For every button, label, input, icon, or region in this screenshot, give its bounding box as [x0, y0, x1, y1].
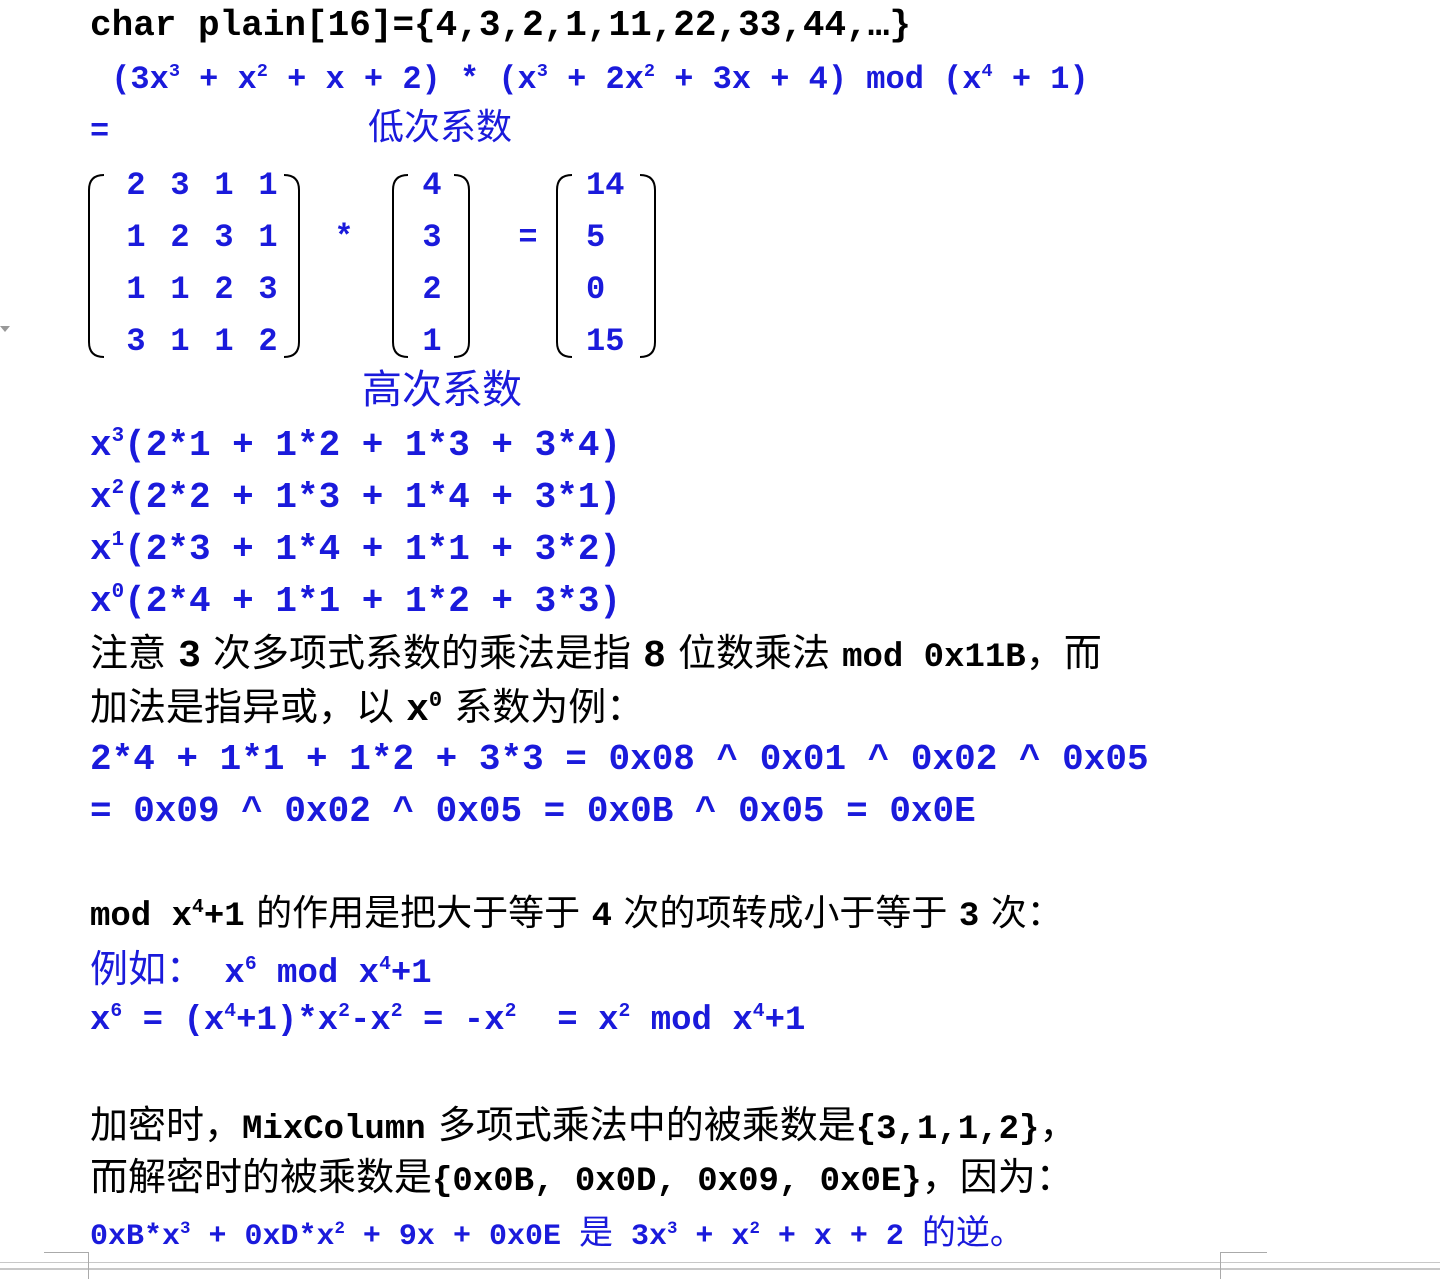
- matrix-cell: 2: [214, 271, 234, 308]
- term-line: x3(2*1 + 1*2 + 1*3 + 3*4): [90, 425, 622, 466]
- high-coefficient-label: 高次系数: [362, 367, 522, 413]
- xor-calculation-2: = 0x09 ^ 0x02 ^ 0x05 = 0x0B ^ 0x05 = 0x0…: [90, 791, 976, 832]
- note-multiplication: 注意 3 次多项式系数的乘法是指 8 位数乘法 mod 0x11B，而: [90, 631, 1102, 678]
- matrix-cell: 1: [126, 271, 146, 308]
- result-equals-sign: =: [518, 219, 538, 256]
- vector-cell: 4: [422, 167, 442, 204]
- vector-left-bracket: [390, 172, 410, 360]
- term-exponent: 3: [111, 425, 125, 449]
- example-equation: x6 = (x4+1)*x2-x2 = -x2 = x2 mod x4+1: [90, 1000, 806, 1040]
- inverse-statement: 0xB*x3 + 0xD*x2 + 9x + 0x0E 是 3x3 + x2 +…: [90, 1213, 1024, 1254]
- equals-sign: =: [90, 113, 110, 150]
- term-exponent: 1: [111, 529, 125, 553]
- matrix-cell: 1: [258, 219, 278, 256]
- xor-calculation-1: 2*4 + 1*1 + 1*2 + 3*3 = 0x08 ^ 0x01 ^ 0x…: [90, 739, 1149, 780]
- matrix-cell: 1: [258, 167, 278, 204]
- matrix-cell: 3: [214, 219, 234, 256]
- term-exponent: 2: [111, 477, 125, 501]
- mod-note: mod x4+1 的作用是把大于等于 4 次的项转成小于等于 3 次：: [90, 893, 1063, 936]
- result-right-bracket: [638, 172, 658, 360]
- matrix-cell: 1: [214, 167, 234, 204]
- matrix-cell: 2: [258, 323, 278, 360]
- matrix-cell: 1: [170, 323, 190, 360]
- matrix-cell: 2: [126, 167, 146, 204]
- term-line: x1(2*3 + 1*4 + 1*1 + 3*2): [90, 529, 622, 570]
- term-expression: (2*2 + 1*3 + 1*4 + 3*1): [124, 477, 622, 518]
- left-margin-marker: [0, 326, 10, 332]
- matrix-cell: 1: [170, 271, 190, 308]
- term-base: x: [90, 477, 112, 518]
- example-title: 例如： x6 mod x4+1: [90, 947, 432, 993]
- term-expression: (2*3 + 1*4 + 1*1 + 3*2): [124, 529, 622, 570]
- term-base: x: [90, 425, 112, 466]
- term-base: x: [90, 529, 112, 570]
- term-expression: (2*4 + 1*1 + 1*2 + 3*3): [124, 581, 622, 622]
- decryption-note: 而解密时的被乘数是{0x0B, 0x0D, 0x09, 0x0E}，因为：: [90, 1155, 1074, 1201]
- term-line: x2(2*2 + 1*3 + 1*4 + 3*1): [90, 477, 622, 518]
- result-cell: 14: [586, 167, 625, 204]
- matrix-cell: 2: [170, 219, 190, 256]
- result-left-bracket: [554, 172, 574, 360]
- term-exponent: 0: [111, 581, 125, 605]
- low-coefficient-label: 低次系数: [368, 107, 513, 148]
- term-base: x: [90, 581, 112, 622]
- term-expression: (2*1 + 1*2 + 1*3 + 3*4): [124, 425, 622, 466]
- code-declaration: char plain[16]={4,3,2,1,11,22,33,44,…}: [90, 5, 911, 46]
- result-cell: 5: [586, 219, 606, 256]
- matrix-cell: 1: [214, 323, 234, 360]
- vector-cell: 3: [422, 219, 442, 256]
- multiply-sign: *: [334, 219, 354, 256]
- polynomial-product: (3x3 + x2 + x + 2) * (x3 + 2x2 + 3x + 4)…: [92, 60, 1089, 98]
- note-addition: 加法是指异或，以 x0 系数为例：: [90, 685, 645, 732]
- left-corner-mark: [44, 1252, 89, 1279]
- matrix-cell: 3: [126, 323, 146, 360]
- term-line: x0(2*4 + 1*1 + 1*2 + 3*3): [90, 581, 622, 622]
- right-corner-mark: [1220, 1252, 1267, 1279]
- matrix-cell: 3: [170, 167, 190, 204]
- result-cell: 0: [586, 271, 606, 308]
- vector-cell: 2: [422, 271, 442, 308]
- matrix-cell: 1: [126, 219, 146, 256]
- encryption-note: 加密时，MixColumn 多项式乘法中的被乘数是{3,1,1,2}，: [90, 1103, 1078, 1149]
- matrix-left-bracket: [86, 172, 106, 360]
- vector-cell: 1: [422, 323, 442, 360]
- vector-right-bracket: [452, 172, 472, 360]
- result-cell: 15: [586, 323, 625, 360]
- matrix-cell: 3: [258, 271, 278, 308]
